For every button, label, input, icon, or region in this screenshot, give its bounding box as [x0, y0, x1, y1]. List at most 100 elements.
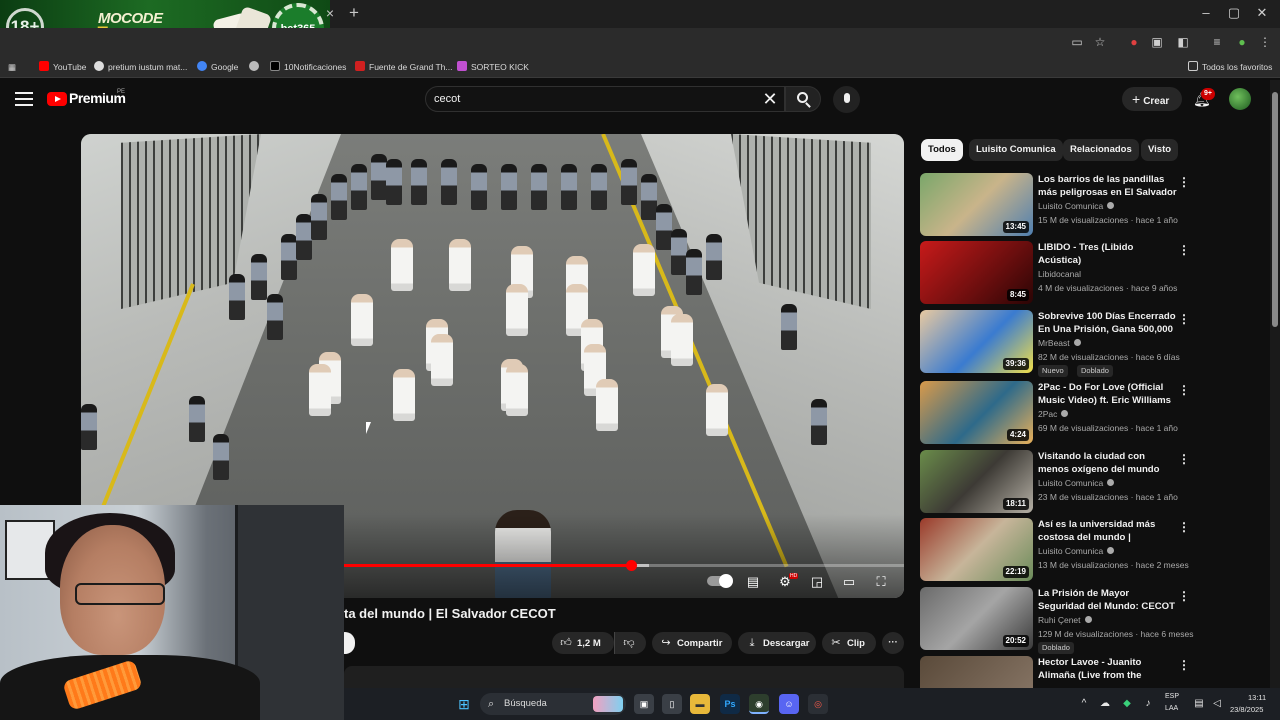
new-tab-button[interactable]: + [345, 4, 363, 22]
recommendation-title[interactable]: LIBIDO - Tres (Libido Acústica) [1038, 241, 1178, 267]
account-avatar[interactable] [1229, 88, 1251, 110]
search-input-box[interactable] [425, 86, 785, 112]
clip-button[interactable]: ✂ Clip [822, 632, 876, 654]
recommendation-more-icon[interactable]: ⋮ [1178, 243, 1190, 257]
clock-date[interactable]: 23/8/2025 [1230, 705, 1263, 714]
chip-relacionados[interactable]: Relacionados [1063, 139, 1139, 161]
channel-name[interactable]: 2Pac [1038, 409, 1069, 419]
autoplay-toggle[interactable] [707, 574, 733, 588]
apps-grid-icon[interactable]: ▦ [8, 59, 16, 75]
extension-icon[interactable]: ▣ [1148, 34, 1166, 50]
bookmark-youtube[interactable]: YouTube [39, 59, 86, 75]
video-thumbnail[interactable]: 13:45 [920, 173, 1033, 236]
video-thumbnail[interactable]: 39:36 [920, 310, 1033, 373]
video-thumbnail[interactable]: 18:11 [920, 450, 1033, 513]
windows-start-icon[interactable]: ⊞ [454, 694, 474, 714]
keyboard-layout[interactable]: LAA [1165, 705, 1178, 712]
like-button[interactable]: 👍︎ 1,2 M [552, 632, 614, 654]
tray-microphone-icon[interactable]: ♪ [1141, 697, 1155, 711]
bookmark-sorteo-kick[interactable]: SORTEO KICK [457, 59, 529, 75]
tray-app-icon[interactable]: ◆ [1120, 697, 1134, 711]
recommendation-more-icon[interactable]: ⋮ [1178, 175, 1190, 189]
progress-scrubber[interactable] [626, 560, 637, 571]
recording-app-icon[interactable]: ◎ [808, 694, 828, 714]
extension-record-icon[interactable]: ● [1125, 34, 1143, 50]
recommendation-more-icon[interactable]: ⋮ [1178, 452, 1190, 466]
bookmark-pretium[interactable]: pretium iustum mat... [94, 59, 187, 75]
video-thumbnail[interactable]: 22:19 [920, 518, 1033, 581]
recommendation-title[interactable]: Sobrevive 100 Días Encerrado En Una Pris… [1038, 310, 1178, 336]
discord-icon[interactable]: ☺ [779, 694, 799, 714]
recommendation-item[interactable]: 22:19 Así es la universidad más costosa d… [920, 518, 1270, 582]
recommendation-item[interactable]: 13:45 Los barrios de las pandillas más pe… [920, 173, 1270, 237]
recommendation-title[interactable]: Visitando la ciudad con menos oxígeno de… [1038, 450, 1178, 476]
recommendation-item[interactable]: 4:24 2Pac - Do For Love (Official Music V… [920, 381, 1270, 445]
chip-visto[interactable]: Visto [1141, 139, 1179, 161]
recommendation-title[interactable]: Hector Lavoe - Juanito Alimaña (Live fro… [1038, 656, 1178, 682]
theater-mode-icon[interactable]: ▭ [839, 573, 859, 591]
recommendation-item[interactable]: 39:36 Sobrevive 100 Días Encerrado En Una… [920, 310, 1270, 377]
hamburger-menu-icon[interactable] [15, 92, 33, 106]
recommendation-item[interactable]: 18:11 Visitando la ciudad con menos oxíge… [920, 450, 1270, 514]
search-button[interactable] [785, 86, 821, 112]
all-favorites-folder[interactable]: Todos los favoritos [1188, 59, 1272, 75]
recommendation-more-icon[interactable]: ⋮ [1178, 383, 1190, 397]
bookmark-star-icon[interactable]: ☆ [1091, 34, 1109, 50]
chip-luisito-comunica[interactable]: Luisito Comunica [969, 139, 1063, 161]
file-explorer-icon[interactable]: ▬ [690, 694, 710, 714]
channel-name[interactable]: Luisito Comunica [1038, 201, 1115, 211]
bookmark-fuente-gta[interactable]: Fuente de Grand Th... [355, 59, 452, 75]
scrollbar-thumb[interactable] [1272, 92, 1278, 327]
chrome-icon[interactable]: ◉ [749, 694, 769, 714]
recommendation-more-icon[interactable]: ⋮ [1178, 658, 1190, 672]
more-actions-button[interactable]: ··· [882, 632, 904, 654]
search-clear-icon[interactable]: ✕ [762, 90, 778, 108]
channel-name[interactable]: Luisito Comunica [1038, 546, 1115, 556]
taskbar-app-icon[interactable]: ▯ [662, 694, 682, 714]
search-input[interactable]: cecot [434, 93, 460, 105]
browser-menu-icon[interactable]: ⋮ [1256, 34, 1274, 50]
photoshop-icon[interactable]: Ps [720, 694, 740, 714]
cast-icon[interactable]: ▭ [1068, 34, 1086, 50]
subtitles-icon[interactable]: ▤ [743, 573, 763, 591]
bookmark-google[interactable]: Google [197, 59, 238, 75]
network-icon[interactable]: ▤ [1192, 697, 1206, 711]
recommendation-title[interactable]: La Prisión de Mayor Seguridad del Mundo:… [1038, 587, 1178, 613]
channel-name[interactable]: MrBeast [1038, 338, 1081, 348]
recommendation-more-icon[interactable]: ⋮ [1178, 520, 1190, 534]
window-maximize-button[interactable]: ▢ [1224, 4, 1244, 22]
volume-icon[interactable]: ◁ [1210, 697, 1224, 711]
profile-avatar-icon[interactable]: ● [1233, 34, 1251, 50]
recommendation-item[interactable]: 20:52 La Prisión de Mayor Seguridad del M… [920, 587, 1270, 654]
description-box[interactable] [344, 666, 904, 688]
bookmark-unnamed[interactable] [249, 59, 263, 75]
fullscreen-icon[interactable]: ⛶ [871, 573, 891, 591]
extensions-puzzle-icon[interactable]: ◧ [1174, 34, 1192, 50]
tray-chevron-up-icon[interactable]: ^ [1077, 697, 1091, 711]
channel-name[interactable]: Luisito Comunica [1038, 478, 1115, 488]
recommendation-more-icon[interactable]: ⋮ [1178, 312, 1190, 326]
create-button[interactable]: + Crear [1122, 87, 1182, 111]
video-thumbnail[interactable]: 8:45 [920, 241, 1033, 304]
dislike-button[interactable]: 👎︎ [614, 632, 646, 654]
download-button[interactable]: ⤓ Descargar [738, 632, 816, 654]
keyboard-language[interactable]: ESP [1165, 693, 1179, 700]
reading-list-icon[interactable]: ≡ [1208, 34, 1226, 50]
video-thumbnail[interactable]: 4:24 [920, 381, 1033, 444]
channel-name[interactable]: Libidocanal [1038, 269, 1081, 279]
share-button[interactable]: ↪ Compartir [652, 632, 732, 654]
recommendation-item[interactable]: 8:45 LIBIDO - Tres (Libido Acústica) Libid… [920, 241, 1270, 305]
voice-search-button[interactable] [833, 86, 860, 113]
channel-name[interactable]: Ruhi Çenet [1038, 615, 1092, 625]
chip-todos[interactable]: Todos [921, 139, 963, 161]
miniplayer-icon[interactable]: ◲ [807, 573, 827, 591]
youtube-logo-icon[interactable] [47, 92, 67, 106]
tab-close-icon[interactable]: × [322, 5, 338, 21]
task-view-icon[interactable]: ▣ [634, 694, 654, 714]
recommendation-title[interactable]: Los barrios de las pandillas más peligro… [1038, 173, 1178, 199]
window-minimize-button[interactable]: – [1196, 4, 1216, 22]
window-close-button[interactable]: ✕ [1252, 4, 1272, 22]
video-thumbnail[interactable]: 20:52 [920, 587, 1033, 650]
recommendation-title[interactable]: Así es la universidad más costosa del mu… [1038, 518, 1178, 544]
recommendation-more-icon[interactable]: ⋮ [1178, 589, 1190, 603]
